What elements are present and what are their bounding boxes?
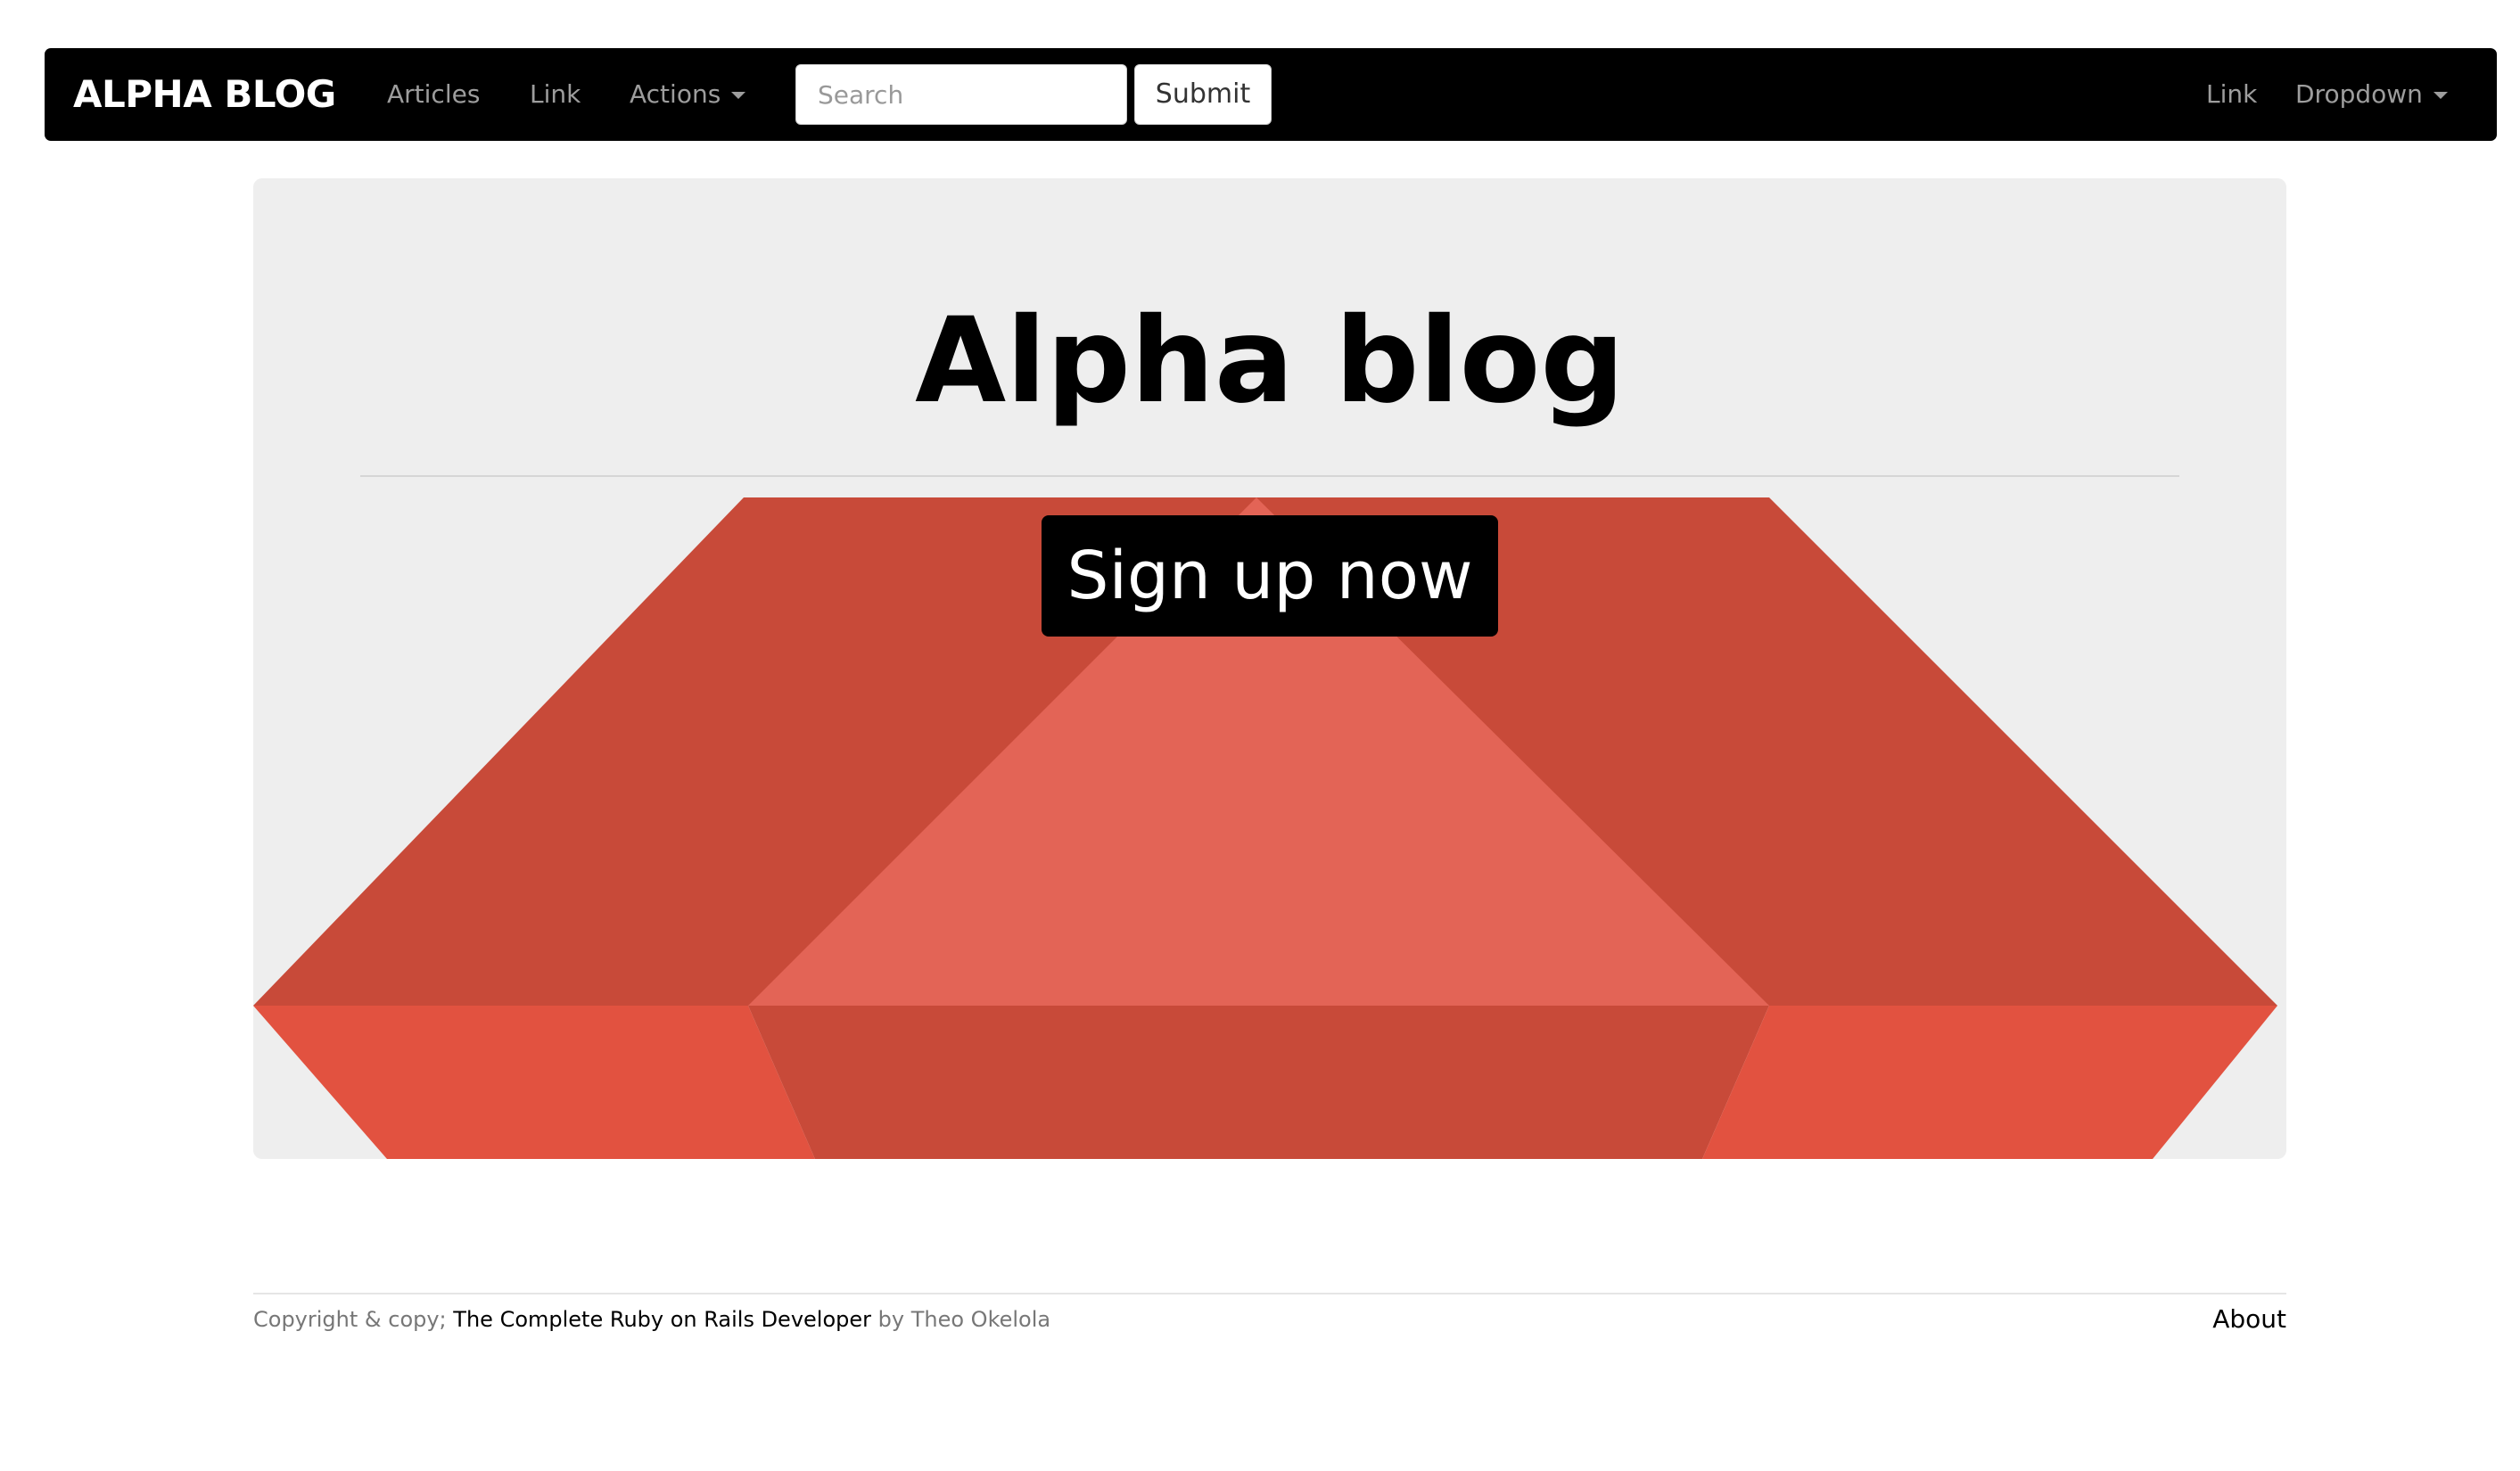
nav-link-link[interactable]: Link	[530, 75, 581, 114]
nav-dropdown-right[interactable]: Dropdown	[2295, 75, 2448, 114]
submit-button[interactable]: Submit	[1134, 64, 1272, 125]
nav-link-articles[interactable]: Articles	[387, 75, 480, 114]
nav-link-right-link[interactable]: Link	[2206, 75, 2257, 114]
footer-copyright: Copyright & copy; The Complete Ruby on R…	[253, 1303, 1050, 1335]
footer-about-link[interactable]: About	[2122, 1302, 2286, 1337]
nav-dropdown-actions-label: Actions	[630, 79, 721, 109]
jumbotron: Alpha blog Sign up now	[253, 178, 2286, 1159]
nav-dropdown-actions[interactable]: Actions	[630, 75, 746, 114]
author-text: by Theo Okelola	[877, 1307, 1051, 1332]
copyright-prefix: Copyright & copy;	[253, 1307, 447, 1332]
title-divider	[360, 475, 2179, 477]
course-link[interactable]: The Complete Ruby on Rails Developer	[453, 1307, 871, 1332]
search-input[interactable]	[795, 64, 1127, 125]
caret-down-icon	[2433, 92, 2448, 99]
footer-divider	[253, 1293, 2286, 1294]
caret-down-icon	[731, 92, 746, 99]
page-title: Alpha blog	[915, 292, 1625, 430]
sign-up-button[interactable]: Sign up now	[1042, 515, 1498, 637]
brand-logo[interactable]: ALPHA BLOG	[73, 71, 336, 118]
nav-dropdown-right-label: Dropdown	[2295, 79, 2423, 109]
navbar: ALPHA BLOG Articles Link Actions Submit …	[45, 48, 2497, 141]
